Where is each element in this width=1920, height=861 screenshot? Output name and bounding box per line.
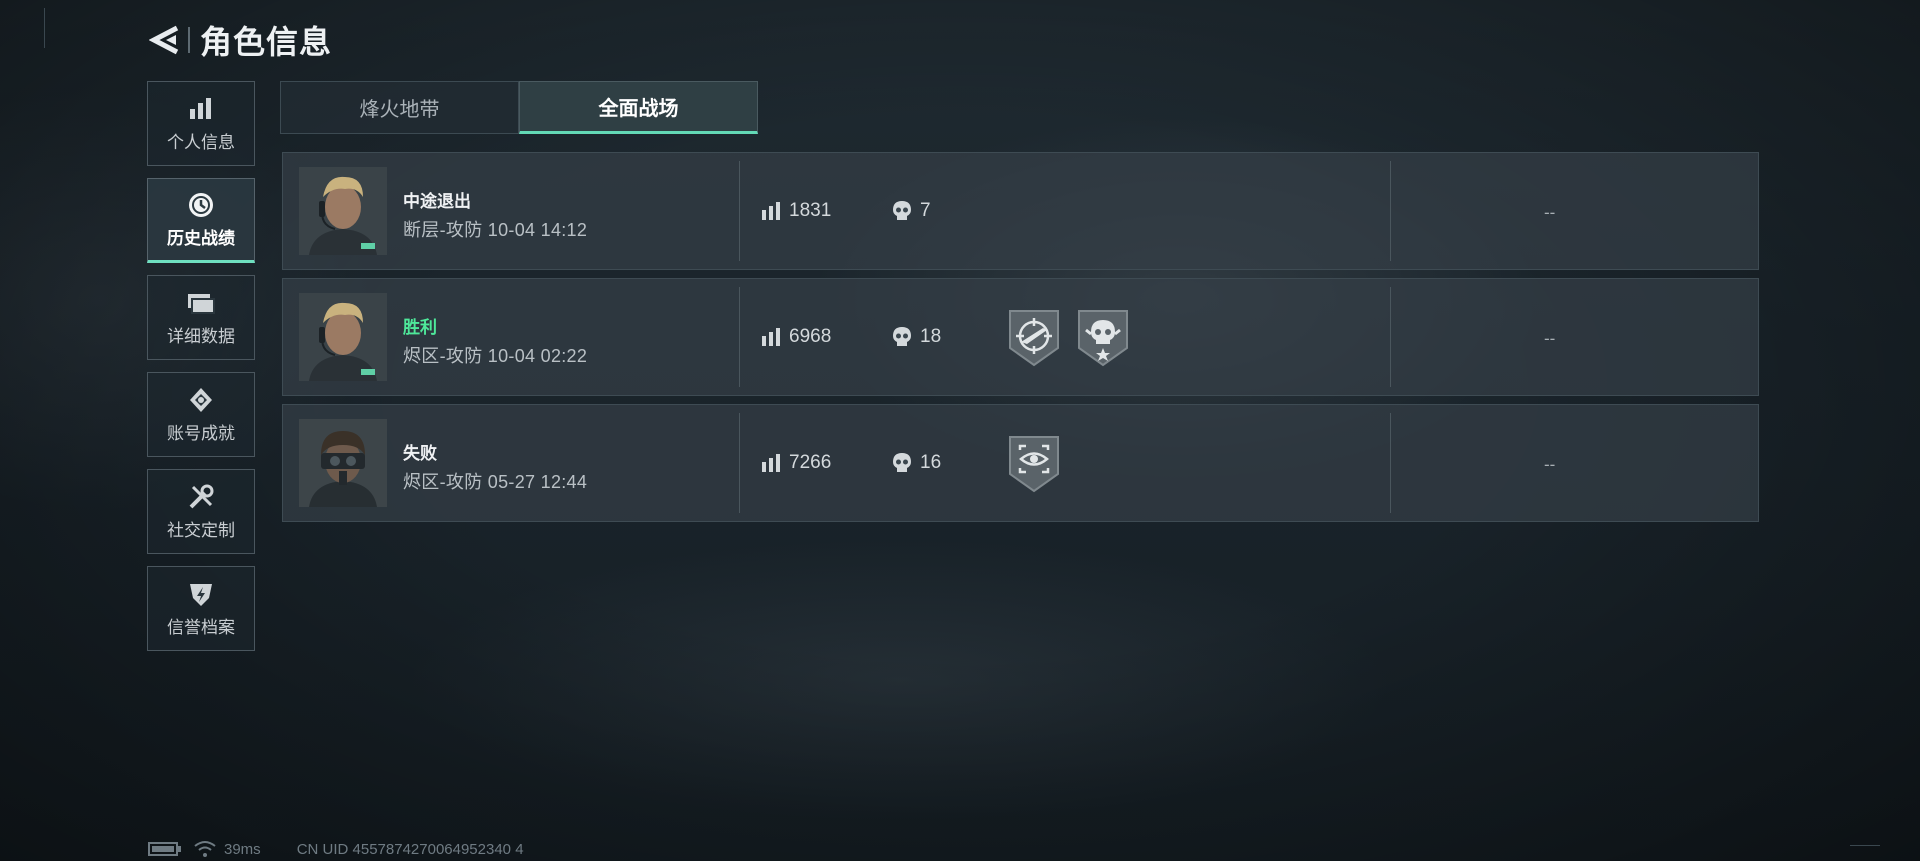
shield-icon: [187, 579, 215, 609]
tab-extraction[interactable]: 烽火地带: [280, 81, 519, 134]
kills-value: 7: [920, 200, 931, 221]
match-row[interactable]: 失败 烬区-攻防 05-27 12:44 7266 16 --: [282, 404, 1759, 522]
extra-value: --: [1544, 203, 1556, 222]
match-row[interactable]: 中途退出 断层-攻防 10-04 14:12 1831 7 --: [282, 152, 1759, 270]
score-value: 6968: [789, 326, 832, 347]
match-result: 胜利: [403, 318, 437, 337]
nav-item-achievements[interactable]: 账号成就: [147, 372, 255, 457]
user-uid: CN UID 4557874270064952340 4: [296, 840, 524, 858]
bar-chart-icon: [762, 202, 780, 220]
column-divider: [1390, 287, 1391, 387]
nav-item-personal-info[interactable]: 个人信息: [147, 81, 255, 166]
score-stat: 1831: [761, 200, 831, 222]
operator-avatar: [299, 167, 387, 255]
column-divider: [1390, 161, 1391, 261]
page-title: 角色信息: [200, 24, 333, 60]
tools-icon: [187, 482, 215, 512]
nav-label: 详细数据: [167, 327, 235, 346]
match-map-time: 断层-攻防 10-04 14:12: [403, 220, 588, 240]
score-stat: 6968: [761, 326, 831, 348]
extra-value: --: [1544, 329, 1556, 348]
skull-icon: [893, 201, 911, 220]
column-divider: [1390, 413, 1391, 513]
ping-value: 39ms: [224, 840, 261, 858]
tab-warfare[interactable]: 全面战场: [519, 81, 758, 134]
match-result: 中途退出: [403, 192, 471, 211]
match-result: 失败: [403, 444, 437, 463]
nav-label: 账号成就: [167, 424, 235, 443]
kills-stat: 18: [892, 326, 941, 348]
page-header: 角色信息: [148, 18, 332, 62]
skull-icon: [893, 327, 911, 346]
battery-icon: [148, 842, 181, 856]
rifle-target-badge-icon[interactable]: [1007, 308, 1061, 368]
wifi-icon: [194, 841, 216, 857]
score-value: 7266: [789, 452, 832, 473]
column-divider: [739, 287, 740, 387]
nav-label: 历史战绩: [167, 229, 235, 248]
skull-icon: [893, 453, 911, 472]
match-row[interactable]: 胜利 烬区-攻防 10-04 02:22 6968 18 --: [282, 278, 1759, 396]
column-divider: [739, 161, 740, 261]
cards-icon: [186, 288, 216, 318]
back-arrow-icon: [149, 25, 179, 55]
nav-label: 信誉档案: [167, 618, 235, 637]
corner-mark: [44, 8, 55, 48]
back-button[interactable]: [148, 18, 182, 62]
match-map-time: 烬区-攻防 10-04 02:22: [403, 346, 588, 366]
header-divider: [188, 27, 190, 53]
match-list: 中途退出 断层-攻防 10-04 14:12 1831 7 -- 胜利 烬区-攻…: [282, 152, 1759, 530]
bar-chart-icon: [188, 94, 214, 124]
nav-item-social-custom[interactable]: 社交定制: [147, 469, 255, 554]
operator-avatar: [299, 293, 387, 381]
kills-stat: 7: [892, 200, 931, 222]
match-map-time: 烬区-攻防 05-27 12:44: [403, 472, 588, 492]
nav-item-detailed-data[interactable]: 详细数据: [147, 275, 255, 360]
column-divider: [739, 413, 740, 513]
bar-chart-icon: [762, 328, 780, 346]
kills-stat: 16: [892, 452, 941, 474]
mode-tabs: 烽火地带 全面战场: [280, 81, 758, 134]
status-footer: 39ms CN UID 4557874270064952340 4: [148, 840, 524, 858]
eye-scope-badge-icon[interactable]: [1007, 434, 1061, 494]
nav-label: 个人信息: [167, 133, 235, 152]
achievement-icon: [187, 385, 215, 415]
side-nav: 个人信息 历史战绩 详细数据 账号成就 社交定制 信誉档案: [147, 81, 257, 663]
extra-value: --: [1544, 455, 1556, 474]
score-stat: 7266: [761, 452, 831, 474]
kills-value: 16: [920, 452, 942, 473]
clock-icon: [187, 190, 215, 220]
operator-avatar: [299, 419, 387, 507]
nav-label: 社交定制: [167, 521, 235, 540]
nav-item-reputation[interactable]: 信誉档案: [147, 566, 255, 651]
corner-mark: [1850, 835, 1880, 846]
skull-star-badge-icon[interactable]: [1076, 308, 1130, 368]
bar-chart-icon: [762, 454, 780, 472]
score-value: 1831: [789, 200, 832, 221]
nav-item-match-history[interactable]: 历史战绩: [147, 178, 255, 263]
kills-value: 18: [920, 326, 942, 347]
